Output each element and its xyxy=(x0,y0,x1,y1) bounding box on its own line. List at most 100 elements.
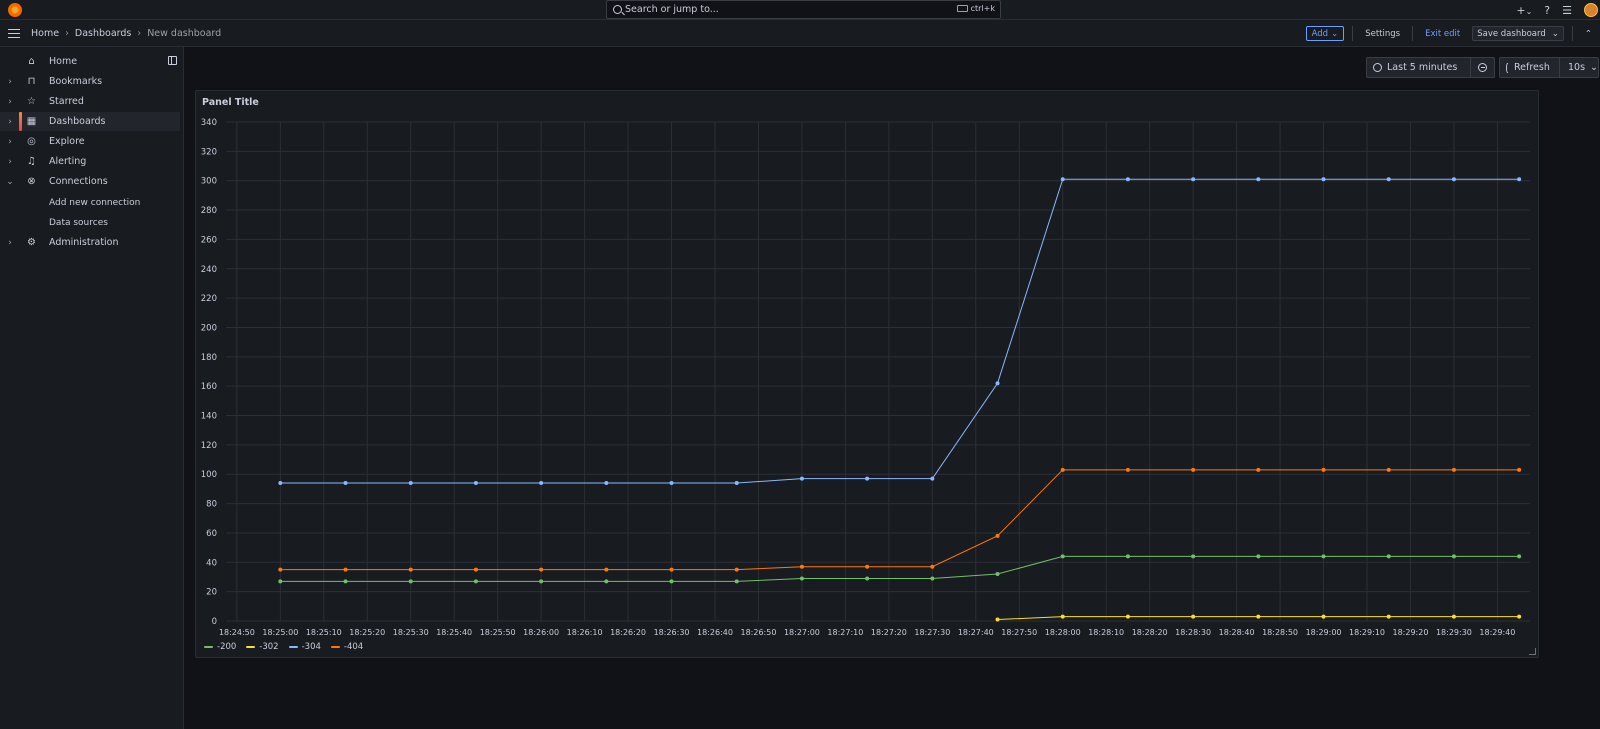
chevron-right-icon[interactable]: › xyxy=(6,97,14,107)
legend-item[interactable]: -404 xyxy=(330,642,364,652)
x-tick-label: 18:26:10 xyxy=(567,628,603,637)
search-input[interactable]: Search or jump to... ctrl+k xyxy=(606,0,1001,19)
data-point xyxy=(473,567,478,572)
data-point xyxy=(995,617,1000,622)
legend-swatch xyxy=(246,646,256,648)
add-button[interactable]: Add ⌄ xyxy=(1305,26,1345,41)
bookmark-icon: ⊓ xyxy=(27,76,36,87)
data-point xyxy=(539,567,544,572)
y-tick-label: 20 xyxy=(206,588,217,598)
data-point xyxy=(1517,554,1522,559)
sidebar-subitem-add-new-connection[interactable]: Add new connection xyxy=(49,198,140,208)
series-line-200 xyxy=(280,555,1520,582)
x-tick-label: 18:28:00 xyxy=(1045,628,1081,637)
data-point xyxy=(1256,467,1261,472)
sidebar-item-alerting[interactable]: › ♫ Alerting xyxy=(0,152,180,171)
y-tick-label: 300 xyxy=(201,177,217,187)
settings-button[interactable]: Settings xyxy=(1361,27,1404,41)
grafana-logo-icon[interactable] xyxy=(8,3,22,17)
data-point xyxy=(408,481,413,486)
y-tick-label: 240 xyxy=(201,265,217,275)
breadcrumb-home[interactable]: Home xyxy=(31,28,59,39)
data-point xyxy=(799,564,804,569)
y-tick-label: 0 xyxy=(212,617,217,627)
x-tick-label: 18:27:00 xyxy=(784,628,820,637)
help-icon[interactable]: ? xyxy=(1544,4,1550,17)
sidebar-item-dashboards[interactable]: › ▦ Dashboards xyxy=(0,112,180,131)
sidebar: ⌂ Home › ⊓ Bookmarks › ☆ Starred › ▦ Das… xyxy=(0,47,184,729)
x-tick-label: 18:24:50 xyxy=(219,628,255,637)
time-range-label: Last 5 minutes xyxy=(1387,62,1458,73)
data-point xyxy=(1060,554,1065,559)
chevron-right-icon[interactable]: › xyxy=(6,137,14,147)
legend-label: -404 xyxy=(343,642,364,652)
data-point xyxy=(669,579,674,584)
sidebar-item-connections[interactable]: ⌄ ⊗ Connections xyxy=(0,172,180,191)
legend-swatch xyxy=(330,646,340,648)
data-point xyxy=(930,576,935,581)
save-label: Save dashboard xyxy=(1477,28,1546,39)
data-point xyxy=(1256,177,1261,182)
y-tick-label: 200 xyxy=(201,323,217,333)
chevron-right-icon[interactable]: › xyxy=(6,77,14,87)
collapse-icon[interactable]: ⌃ xyxy=(1581,27,1596,41)
sidebar-item-bookmarks[interactable]: › ⊓ Bookmarks xyxy=(0,72,180,91)
data-point xyxy=(1125,614,1130,619)
legend-swatch xyxy=(288,646,298,648)
data-point xyxy=(1451,614,1456,619)
chevron-down-icon[interactable]: ⌄ xyxy=(6,177,14,187)
refresh-picker[interactable]: Refresh 10s ⌄ xyxy=(1499,57,1599,78)
x-tick-label: 18:25:10 xyxy=(306,628,342,637)
sidebar-item-administration[interactable]: › ⚙ Administration xyxy=(0,233,180,252)
y-tick-label: 320 xyxy=(201,147,217,157)
refresh-button[interactable]: Refresh xyxy=(1514,62,1550,73)
chevron-right-icon[interactable]: › xyxy=(6,157,14,167)
compass-icon: ◎ xyxy=(27,136,36,147)
avatar[interactable] xyxy=(1584,3,1598,17)
data-point xyxy=(408,579,413,584)
connections-icon: ⊗ xyxy=(27,176,36,187)
refresh-interval[interactable]: 10s xyxy=(1568,62,1585,73)
chevron-right-icon[interactable]: › xyxy=(6,117,14,127)
y-tick-label: 340 xyxy=(201,118,217,128)
data-point xyxy=(278,481,283,486)
zoom-out-button[interactable] xyxy=(1470,57,1495,78)
data-point xyxy=(1060,614,1065,619)
resize-handle-icon[interactable] xyxy=(1529,648,1536,655)
data-point xyxy=(1386,177,1391,182)
x-tick-label: 18:28:50 xyxy=(1262,628,1298,637)
y-tick-label: 120 xyxy=(201,441,217,451)
y-tick-label: 80 xyxy=(206,500,217,510)
data-point xyxy=(865,476,870,481)
data-point xyxy=(734,481,739,486)
sidebar-item-home[interactable]: ⌂ Home xyxy=(0,52,180,71)
data-point xyxy=(604,579,609,584)
timeseries-panel[interactable]: Panel Title 0 20 40 60 80 100 120 140 160 180 200 2… xyxy=(195,90,1539,658)
chevron-down-icon[interactable]: ⌄ xyxy=(1552,29,1559,39)
legend-item[interactable]: -200 xyxy=(204,642,236,652)
exit-edit-button[interactable]: Exit edit xyxy=(1421,27,1464,41)
data-point xyxy=(1517,614,1522,619)
chevron-right-icon[interactable]: › xyxy=(6,238,14,248)
legend-item[interactable]: -302 xyxy=(246,642,279,652)
data-point xyxy=(1517,467,1522,472)
menu-icon[interactable] xyxy=(8,29,20,38)
y-tick-label: 280 xyxy=(201,206,217,216)
news-feed-icon[interactable]: ☰ xyxy=(1562,4,1572,17)
data-point xyxy=(1256,554,1261,559)
legend-item[interactable]: -304 xyxy=(288,642,321,652)
save-dashboard-button[interactable]: Save dashboard ⌄ xyxy=(1472,26,1564,41)
data-point xyxy=(1125,177,1130,182)
line-chart: 0 20 40 60 80 100 120 140 160 180 200 220 240 260 280 3… xyxy=(201,118,1530,637)
sidebar-item-label: Home xyxy=(49,56,78,67)
x-tick-label: 18:25:30 xyxy=(393,628,429,637)
divider xyxy=(1352,26,1354,41)
new-menu-button[interactable]: +⌄ xyxy=(1516,4,1532,17)
breadcrumb-dashboards[interactable]: Dashboards xyxy=(75,28,132,39)
sidebar-subitem-data-sources[interactable]: Data sources xyxy=(49,218,108,228)
series-line-304 xyxy=(280,178,1520,484)
sidebar-item-explore[interactable]: › ◎ Explore xyxy=(0,132,180,151)
data-point xyxy=(1321,467,1326,472)
sidebar-item-starred[interactable]: › ☆ Starred xyxy=(0,92,180,111)
data-point xyxy=(669,567,674,572)
